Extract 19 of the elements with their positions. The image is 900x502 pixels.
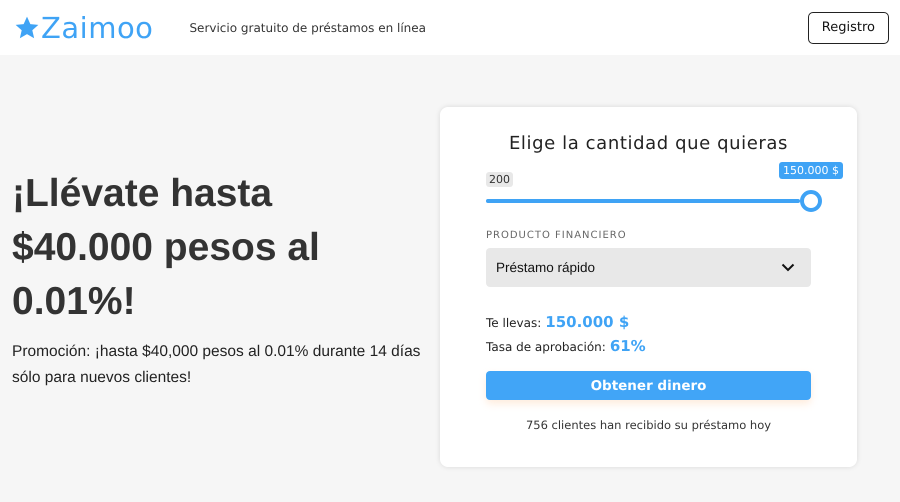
product-select[interactable]: Préstamo rápido	[486, 248, 811, 287]
headline: ¡Llévate hasta $40.000 pesos al 0.01%!	[12, 171, 321, 325]
summary-value: 150.000 $	[545, 313, 630, 331]
summary-label: Te llevas:	[486, 316, 542, 330]
value-tooltip: 150.000 $	[779, 162, 843, 179]
star-icon	[14, 14, 40, 40]
tagline: Servicio gratuito de préstamos en línea	[189, 20, 426, 34]
logo-text: Zaimoo	[41, 10, 154, 44]
card-title: Elige la cantidad que quieras	[508, 133, 790, 154]
chevron-icon	[781, 263, 795, 272]
field-label: PRODUCTO FINANCIERO	[486, 230, 628, 241]
promo-text: Promoción: ¡hasta $40,000 pesos al 0.01% durante 14 días sólo para nuevos clientes!	[12, 342, 422, 388]
amount-slider[interactable]	[486, 190, 822, 212]
summary-label: Tasa de aprobación:	[486, 340, 606, 354]
min-label: 200	[486, 172, 513, 187]
clients-note: 756 clientes han recibido su préstamo hoy	[524, 418, 772, 432]
summary-value: 61%	[610, 337, 646, 355]
register-button[interactable]: Registro	[808, 12, 889, 44]
slider-thumb[interactable]	[800, 190, 822, 212]
